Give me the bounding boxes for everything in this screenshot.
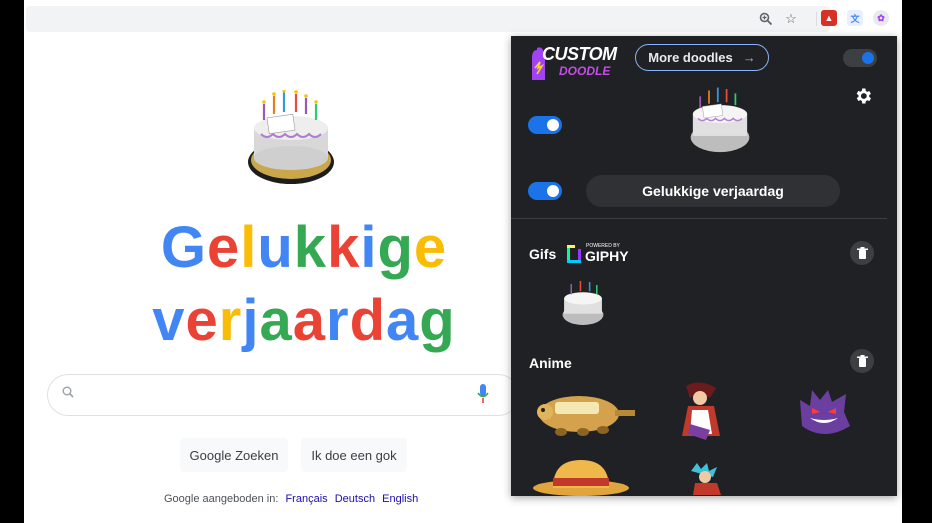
headline-letter: G bbox=[160, 215, 207, 280]
headline-letter: i bbox=[360, 215, 378, 280]
headline-letter: r bbox=[326, 288, 350, 353]
more-doodles-label: More doodles bbox=[648, 50, 733, 65]
headline-letter: k bbox=[327, 215, 361, 280]
anime-straw-hat-sticker[interactable] bbox=[531, 456, 631, 496]
arrow-right-icon: → bbox=[742, 50, 756, 65]
custom-doodle-popup: CUSTOM DOODLE More doodles → Gelukkige v… bbox=[511, 36, 897, 496]
translate-extension-icon[interactable]: 文 bbox=[847, 10, 863, 26]
giphy-brand-label: GIPHY bbox=[585, 248, 629, 264]
headline-letter: r bbox=[218, 288, 243, 353]
main-enable-toggle[interactable] bbox=[843, 49, 877, 67]
headline-letter: a bbox=[259, 288, 293, 353]
section-title-anime: Anime bbox=[529, 355, 572, 371]
delete-gifs-button[interactable] bbox=[850, 241, 874, 265]
browser-window: ☆ ▲ 文 ✿ Gelukkige verjaardag Google Zoek… bbox=[24, 0, 902, 523]
language-link-german[interactable]: Deutsch bbox=[335, 493, 375, 505]
search-input[interactable] bbox=[47, 374, 519, 416]
headline-letter: u bbox=[257, 215, 294, 280]
google-search-button[interactable]: Google Zoeken bbox=[180, 438, 288, 472]
text-toggle[interactable] bbox=[528, 182, 562, 200]
headline-letter: v bbox=[152, 288, 186, 353]
anime-catbus-sticker[interactable] bbox=[531, 386, 635, 438]
custom-doodle-extension-icon[interactable]: ✿ bbox=[873, 10, 889, 26]
microphone-icon[interactable] bbox=[476, 383, 490, 405]
zoom-icon[interactable] bbox=[756, 10, 776, 28]
custom-doodle-logo: CUSTOM DOODLE bbox=[529, 42, 617, 86]
trash-icon bbox=[856, 355, 868, 367]
headline-letter: a bbox=[386, 288, 420, 353]
more-doodles-button[interactable]: More doodles → bbox=[635, 44, 769, 71]
trash-icon bbox=[856, 247, 868, 259]
star-icon[interactable]: ☆ bbox=[781, 10, 801, 28]
language-link-english[interactable]: English bbox=[382, 493, 418, 505]
anime-character-sticker[interactable] bbox=[666, 380, 732, 442]
selected-doodle-image bbox=[690, 87, 750, 153]
address-bar[interactable] bbox=[26, 6, 830, 32]
anime-gengar-sticker[interactable] bbox=[796, 386, 852, 438]
headline-letter: g bbox=[377, 215, 414, 280]
doodle-headline-line2: verjaardag bbox=[24, 287, 584, 354]
offered-in-languages: Google aangeboden in: Français Deutsch E… bbox=[164, 493, 418, 505]
section-divider bbox=[511, 218, 887, 219]
headline-letter: j bbox=[242, 288, 260, 353]
logo-text-doodle: DOODLE bbox=[559, 64, 611, 78]
search-icon bbox=[62, 386, 74, 398]
powered-by-giphy-badge: POWERED BY GIPHY bbox=[567, 243, 639, 265]
section-title-gifs: Gifs bbox=[529, 246, 557, 262]
doodle-headline-line1: Gelukkige bbox=[24, 214, 584, 281]
toolbar-divider bbox=[816, 12, 817, 26]
headline-letter: k bbox=[293, 215, 328, 280]
browser-toolbar: ☆ ▲ 文 ✿ bbox=[24, 0, 902, 36]
headline-letter: a bbox=[292, 288, 327, 353]
logo-text-custom: CUSTOM bbox=[542, 44, 617, 64]
headline-letter: e bbox=[185, 288, 219, 353]
headline-letter: e bbox=[206, 215, 241, 280]
delete-anime-button[interactable] bbox=[850, 349, 874, 373]
giphy-logo-icon bbox=[567, 245, 581, 263]
headline-letter: e bbox=[413, 215, 448, 280]
pdf-extension-icon[interactable]: ▲ bbox=[821, 10, 837, 26]
anime-fighter-sticker[interactable] bbox=[681, 461, 729, 496]
headline-letter: l bbox=[240, 215, 258, 280]
doodle-text-input[interactable]: Gelukkige verjaardag bbox=[586, 175, 840, 207]
gear-icon[interactable] bbox=[853, 86, 873, 106]
im-feeling-lucky-button[interactable]: Ik doe een gok bbox=[301, 438, 407, 472]
headline-letter: d bbox=[349, 288, 387, 353]
offered-in-label: Google aangeboden in: bbox=[164, 493, 279, 505]
headline-letter: g bbox=[419, 288, 456, 353]
birthday-cake-doodle[interactable] bbox=[246, 90, 336, 188]
image-toggle[interactable] bbox=[528, 116, 562, 134]
language-link-french[interactable]: Français bbox=[285, 493, 327, 505]
gif-birthday-cake-thumbnail[interactable] bbox=[560, 277, 606, 331]
